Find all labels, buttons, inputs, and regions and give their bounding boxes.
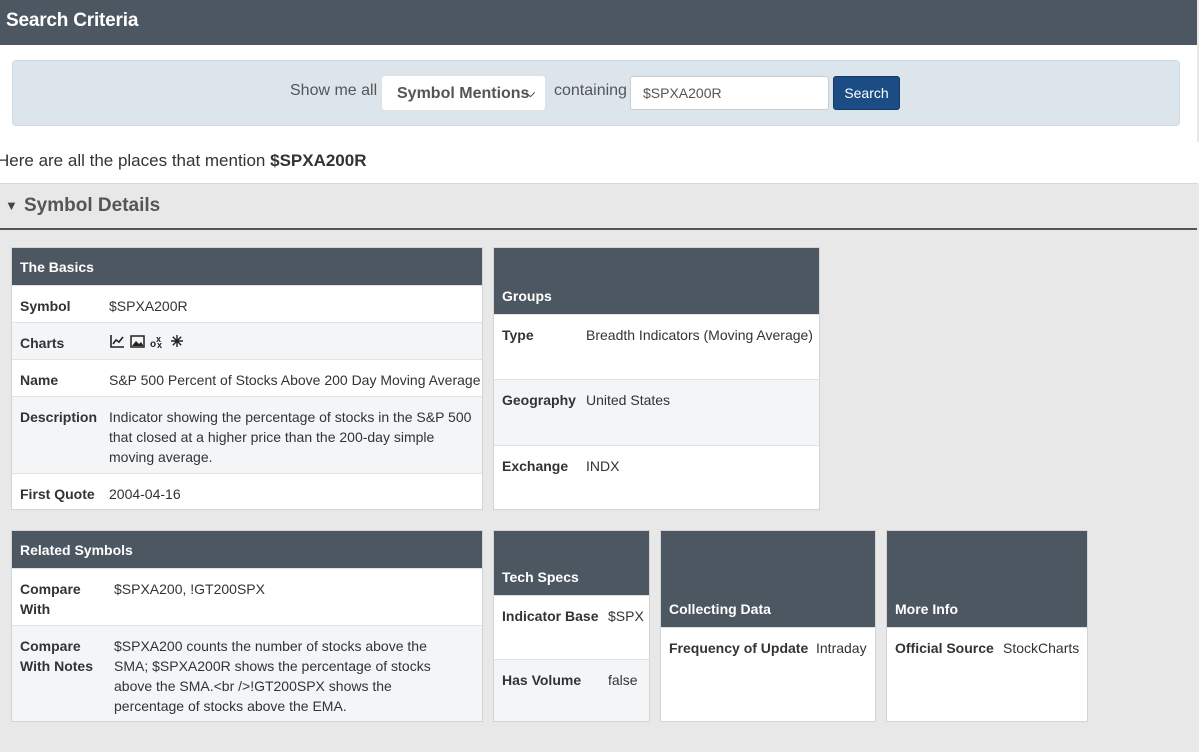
snowflake-icon[interactable]: [170, 333, 184, 353]
tech-card: Tech Specs Indicator Base $SPX Has Volum…: [493, 530, 650, 722]
row-key: Name: [20, 372, 59, 388]
tech-card-header: Tech Specs: [494, 531, 649, 595]
header-title: Search Criteria: [6, 10, 139, 31]
basics-row-description: Description Indicator showing the percen…: [12, 396, 482, 473]
row-key: Charts: [20, 335, 65, 351]
row-key: First Quote: [20, 486, 95, 502]
basics-row-symbol: Symbol $SPXA200R: [12, 285, 482, 322]
basics-row-name: Name S&P 500 Percent of Stocks Above 200…: [12, 359, 482, 396]
search-type-value: Symbol Mentions: [397, 85, 530, 102]
row-key: Exchange: [502, 458, 569, 474]
symbol-details-title: Symbol Details: [24, 195, 161, 216]
tech-row-volume: Has Volume false: [494, 659, 649, 721]
row-value: false: [608, 672, 638, 688]
groups-row-exchange: Exchange INDX: [494, 445, 819, 509]
line-chart-icon[interactable]: [110, 333, 125, 353]
row-value: 2004-04-16: [109, 486, 181, 502]
caret-down-icon: ▼: [5, 198, 18, 213]
row-key: Description: [20, 409, 98, 425]
row-value[interactable]: StockCharts: [1003, 638, 1079, 658]
groups-card: Groups Type Breadth Indicators (Moving A…: [493, 247, 820, 510]
related-title: Related Symbols: [20, 542, 133, 558]
point-figure-icon[interactable]: oxx: [150, 332, 165, 353]
search-input[interactable]: [630, 76, 829, 110]
chevron-down-icon: ⌵: [525, 86, 535, 100]
mention-prefix: Here are all the places that mention: [0, 151, 266, 170]
row-key: Geography: [502, 392, 576, 408]
row-key: Official Source: [895, 640, 994, 656]
row-key: Type: [502, 327, 534, 343]
search-criteria-header: Search Criteria: [0, 0, 1197, 45]
related-card: Related Symbols Compare With $SPXA200, !…: [11, 530, 483, 722]
more-info-title: More Info: [895, 601, 958, 617]
row-value: $SPXA200, !GT200SPX: [114, 581, 265, 597]
row-value: Indicator showing the percentage of stoc…: [109, 409, 472, 465]
show-me-all-label: Show me all: [290, 82, 378, 99]
row-value: Breadth Indicators (Moving Average): [586, 327, 813, 343]
basics-row-charts: Charts oxx: [12, 322, 482, 359]
collecting-title: Collecting Data: [669, 601, 771, 617]
more-info-card-header: More Info: [887, 531, 1087, 627]
row-value: INDX: [586, 458, 620, 474]
basics-title: The Basics: [20, 259, 94, 275]
row-value: United States: [586, 392, 671, 408]
row-key: Has Volume: [502, 672, 582, 688]
groups-card-header: Groups: [494, 248, 819, 314]
search-type-select[interactable]: Symbol Mentions ⌵: [381, 75, 546, 111]
groups-title: Groups: [502, 288, 552, 304]
mention-line: Here are all the places that mention $SP…: [0, 151, 367, 171]
search-button[interactable]: Search: [833, 76, 900, 110]
related-card-header: Related Symbols: [12, 531, 482, 568]
mention-symbol: $SPXA200R: [270, 151, 367, 170]
related-row-notes: Compare With Notes $SPXA200 counts the n…: [12, 625, 482, 721]
row-key: Indicator Base: [502, 608, 599, 624]
row-value: $SPXA200R: [109, 298, 188, 314]
row-value: S&P 500 Percent of Stocks Above 200 Day …: [109, 372, 481, 388]
groups-row-geography: Geography United States: [494, 379, 819, 445]
more-info-row-source: Official Source StockCharts: [887, 627, 1087, 721]
svg-text:x: x: [157, 340, 162, 348]
row-key: Compare With Notes: [20, 638, 93, 674]
tech-row-base: Indicator Base $SPX: [494, 595, 649, 659]
row-value: $SPX: [608, 608, 644, 624]
tech-title: Tech Specs: [502, 569, 579, 585]
chart-icons: oxx: [110, 332, 184, 353]
row-value: Intraday: [816, 640, 867, 656]
basics-card: The Basics Symbol $SPXA200R Charts oxx N…: [11, 247, 483, 510]
more-info-card: More Info Official Source StockCharts: [886, 530, 1088, 722]
symbol-details-toggle[interactable]: ▼ Symbol Details: [0, 183, 1197, 230]
image-chart-icon[interactable]: [130, 333, 145, 353]
groups-row-type: Type Breadth Indicators (Moving Average): [494, 314, 819, 379]
collecting-card: Collecting Data Frequency of Update Intr…: [660, 530, 876, 722]
related-row-compare: Compare With $SPXA200, !GT200SPX: [12, 568, 482, 625]
containing-label: containing: [554, 82, 627, 99]
row-key: Frequency of Update: [669, 640, 809, 656]
collecting-card-header: Collecting Data: [661, 531, 875, 627]
collecting-row-frequency: Frequency of Update Intraday: [661, 627, 875, 721]
row-key: Symbol: [20, 298, 71, 314]
row-key: Compare With: [20, 581, 81, 617]
basics-card-header: The Basics: [12, 248, 482, 285]
basics-row-first-quote: First Quote 2004-04-16: [12, 473, 482, 509]
row-value: $SPXA200 counts the number of stocks abo…: [114, 638, 431, 714]
